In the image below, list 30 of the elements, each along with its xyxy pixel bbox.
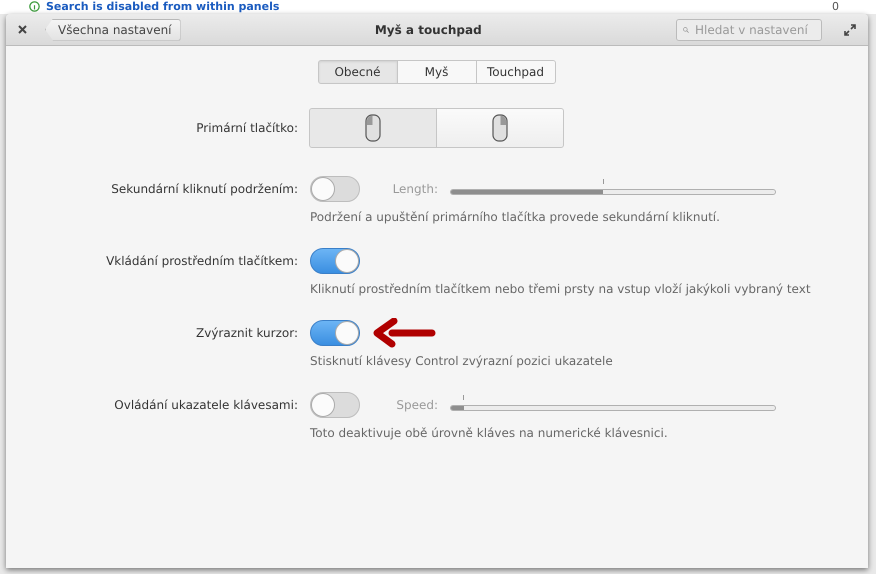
slider-label: Speed: (395, 398, 438, 412)
window-title: Myš a touchpad (374, 22, 483, 36)
mouse-icon (365, 114, 381, 142)
mouse-button-option[interactable] (309, 108, 437, 148)
setting-description: Podržení a upuštění primárního tlačítka provede sekundární kliknutí. (310, 210, 721, 224)
setting-label: Vkládání prostředním tlačítkem: (105, 254, 298, 268)
toggle-switch[interactable] (310, 320, 360, 346)
slider-label: Length: (392, 182, 438, 196)
setting-description: Toto deaktivuje obě úrovně kláves na numerické klávesnici. (310, 426, 669, 440)
info-icon (29, 1, 40, 12)
back-button[interactable]: Všechna nastavení (45, 18, 181, 40)
setting-label: Zvýraznit kurzor: (195, 326, 298, 340)
tab[interactable]: Myš (396, 60, 476, 84)
mouse-button-option[interactable] (436, 108, 564, 148)
toggle-switch[interactable] (310, 248, 360, 274)
mouse-icon (492, 114, 508, 142)
setting-description: Kliknutí prostředním tlačítkem nebo třemi prsty na vstup vloží jakýkoli vybraný text (310, 282, 812, 296)
setting-label: Sekundární kliknutí podržením: (110, 182, 298, 196)
setting-description: Stisknutí klávesy Control zvýrazní pozici ukazatele (310, 354, 614, 368)
toggle-switch[interactable] (310, 392, 360, 418)
notice-text: Search is disabled from within panels (46, 0, 280, 13)
maximize-icon (844, 24, 856, 36)
tab[interactable]: Touchpad (476, 60, 556, 84)
tab[interactable]: Obecné (318, 60, 398, 84)
close-icon (18, 25, 27, 34)
count-text: 0 (832, 0, 839, 13)
setting-label: Ovládání ukazatele klávesami: (113, 398, 298, 412)
search-field[interactable]: Hledat v nastavení (676, 18, 822, 40)
toggle-switch[interactable] (310, 176, 360, 202)
setting-label: Primární tlačítko: (195, 121, 298, 135)
